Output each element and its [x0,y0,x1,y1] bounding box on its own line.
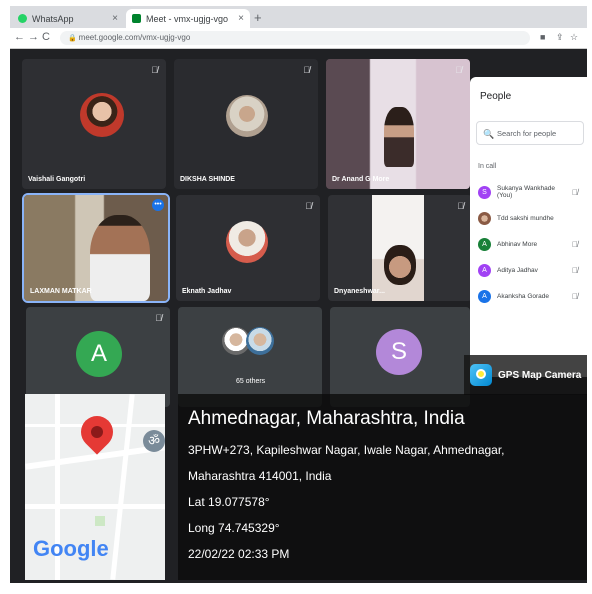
gps-app-badge: GPS Map Camera [464,355,587,395]
close-icon[interactable]: × [238,13,244,24]
close-icon[interactable]: × [112,13,118,24]
whatsapp-icon [18,14,27,23]
participant-name: Vaishali Gangotri [28,176,86,183]
mic-off-icon: 🎙̸ [457,201,464,211]
person-avatar: S [478,185,491,199]
tab-meet[interactable]: Meet - vmx-ugjg-vgo × [126,9,250,28]
participant-tile[interactable]: 🎙̸ Vaishali Gangotri [22,59,166,189]
participant-avatar [226,221,268,263]
gps-camera-logo-icon [470,364,492,386]
person-name: Sukanya Wankhade (You) [497,185,555,199]
address-line: 3PHW+273, Kapileshwar Nagar, Iwale Nagar… [188,443,505,457]
mic-off-icon: 🎙̸ [572,239,578,249]
person-avatar: A [478,237,491,251]
camera-icon[interactable]: ■ [540,32,545,42]
others-tile[interactable]: 65 others [178,307,322,407]
person-row[interactable]: A Aditya Jadhav 🎙̸ [478,261,586,279]
mic-off-icon: 🎙̸ [572,187,578,197]
participant-avatar [246,327,274,355]
address-line: Maharashtra 414001, India [188,469,332,483]
google-logo: Google [33,536,109,562]
google-logo-text: Google [33,536,109,561]
reload-icon[interactable]: C [42,31,50,43]
location-title: Ahmednagar, Maharashtra, India [188,408,465,429]
url-field[interactable]: 🔒 meet.google.com/vmx-ugjg-vgo [60,31,530,45]
mic-off-icon: 🎙̸ [305,201,312,211]
search-placeholder: Search for people [497,129,557,138]
participant-tile[interactable]: 🎙̸ Dnyaneshwar... [328,195,472,301]
location-map: ॐ Google [25,394,165,580]
back-icon[interactable]: ← [14,31,25,43]
longitude: Long 74.745329° [188,521,280,535]
participant-tile[interactable]: S [330,307,470,407]
person-name: Tdd sakshi mundhe [497,214,554,222]
date-time: 22/02/22 02:33 PM [188,547,290,561]
tab-label: WhatsApp [32,13,74,24]
participant-name: Dnyaneshwar... [334,288,385,295]
participant-name: DIKSHA SHINDE [180,176,235,183]
new-tab-button[interactable]: + [254,10,262,25]
latitude: Lat 19.077578° [188,495,270,509]
participant-video [384,107,414,167]
person-row[interactable]: A Akanksha Gorade 🎙̸ [478,287,586,305]
map-road [110,394,135,580]
person-avatar: A [478,289,491,303]
mic-off-icon: 🎙̸ [155,313,162,323]
star-icon[interactable]: ☆ [570,32,578,43]
location-info-panel: Ahmednagar, Maharashtra, India 3PHW+273,… [178,394,587,580]
participant-tile[interactable]: ••• LAXMAN MATKAR [22,193,170,303]
people-panel: People 🔍 Search for people In call S Suk… [470,77,587,377]
person-name: Akanksha Gorade [497,292,550,300]
person-name: Aditya Jadhav [497,266,538,274]
person-row[interactable]: S Sukanya Wankhade (You) 🎙̸ [478,183,586,201]
url-text: meet.google.com/vmx-ugjg-vgo [78,33,191,42]
person-name: Abhinav More [497,240,538,248]
participant-avatar: S [376,329,422,375]
tab-label: Meet - vmx-ugjg-vgo [146,13,229,24]
participant-tile[interactable]: A 🎙̸ [26,307,170,407]
temple-icon: ॐ [143,430,165,452]
participant-tile[interactable]: 🎙̸ Eknath Jadhav [176,195,320,301]
meet-icon [132,14,141,23]
person-avatar [478,211,491,225]
panel-title: People [480,91,512,102]
participant-avatar: A [76,331,122,377]
person-avatar: A [478,263,491,277]
others-count: 65 others [236,378,266,385]
participant-tile[interactable]: 🎙̸ DIKSHA SHINDE [174,59,318,189]
participant-video [90,215,150,301]
mic-off-icon: 🎙̸ [572,291,578,301]
map-park [95,516,105,526]
location-pin-icon [74,409,120,455]
participant-name: Eknath Jadhav [182,288,232,295]
more-options-icon[interactable]: ••• [152,199,164,211]
person-row[interactable]: Tdd sakshi mundhe [478,209,586,227]
tab-bar: WhatsApp × Meet - vmx-ugjg-vgo × + [10,6,587,28]
section-header: In call [478,163,497,170]
map-road [25,504,165,509]
participant-video [384,245,416,285]
participant-avatar [80,93,124,137]
people-search-input[interactable]: 🔍 Search for people [476,121,584,145]
mic-off-icon: 🎙̸ [303,65,310,75]
address-bar-row: ← → C 🔒 meet.google.com/vmx-ugjg-vgo ■ ⇪… [10,28,587,49]
mic-off-icon: 🎙̸ [455,65,462,75]
person-row[interactable]: A Abhinav More 🎙̸ [478,235,586,253]
participant-avatar [226,95,268,137]
mic-off-icon: 🎙̸ [572,265,578,275]
participant-name: Dr Anand G More [332,176,390,183]
gps-app-name: GPS Map Camera [498,369,582,381]
participant-tile[interactable]: 🎙̸ Dr Anand G More [326,59,470,189]
share-icon[interactable]: ⇪ [556,32,564,43]
forward-icon[interactable]: → [28,31,39,43]
participant-name: LAXMAN MATKAR [30,288,92,295]
search-icon: 🔍 [483,129,495,139]
mic-off-icon: 🎙̸ [151,65,158,75]
tab-whatsapp[interactable]: WhatsApp × [12,9,124,28]
